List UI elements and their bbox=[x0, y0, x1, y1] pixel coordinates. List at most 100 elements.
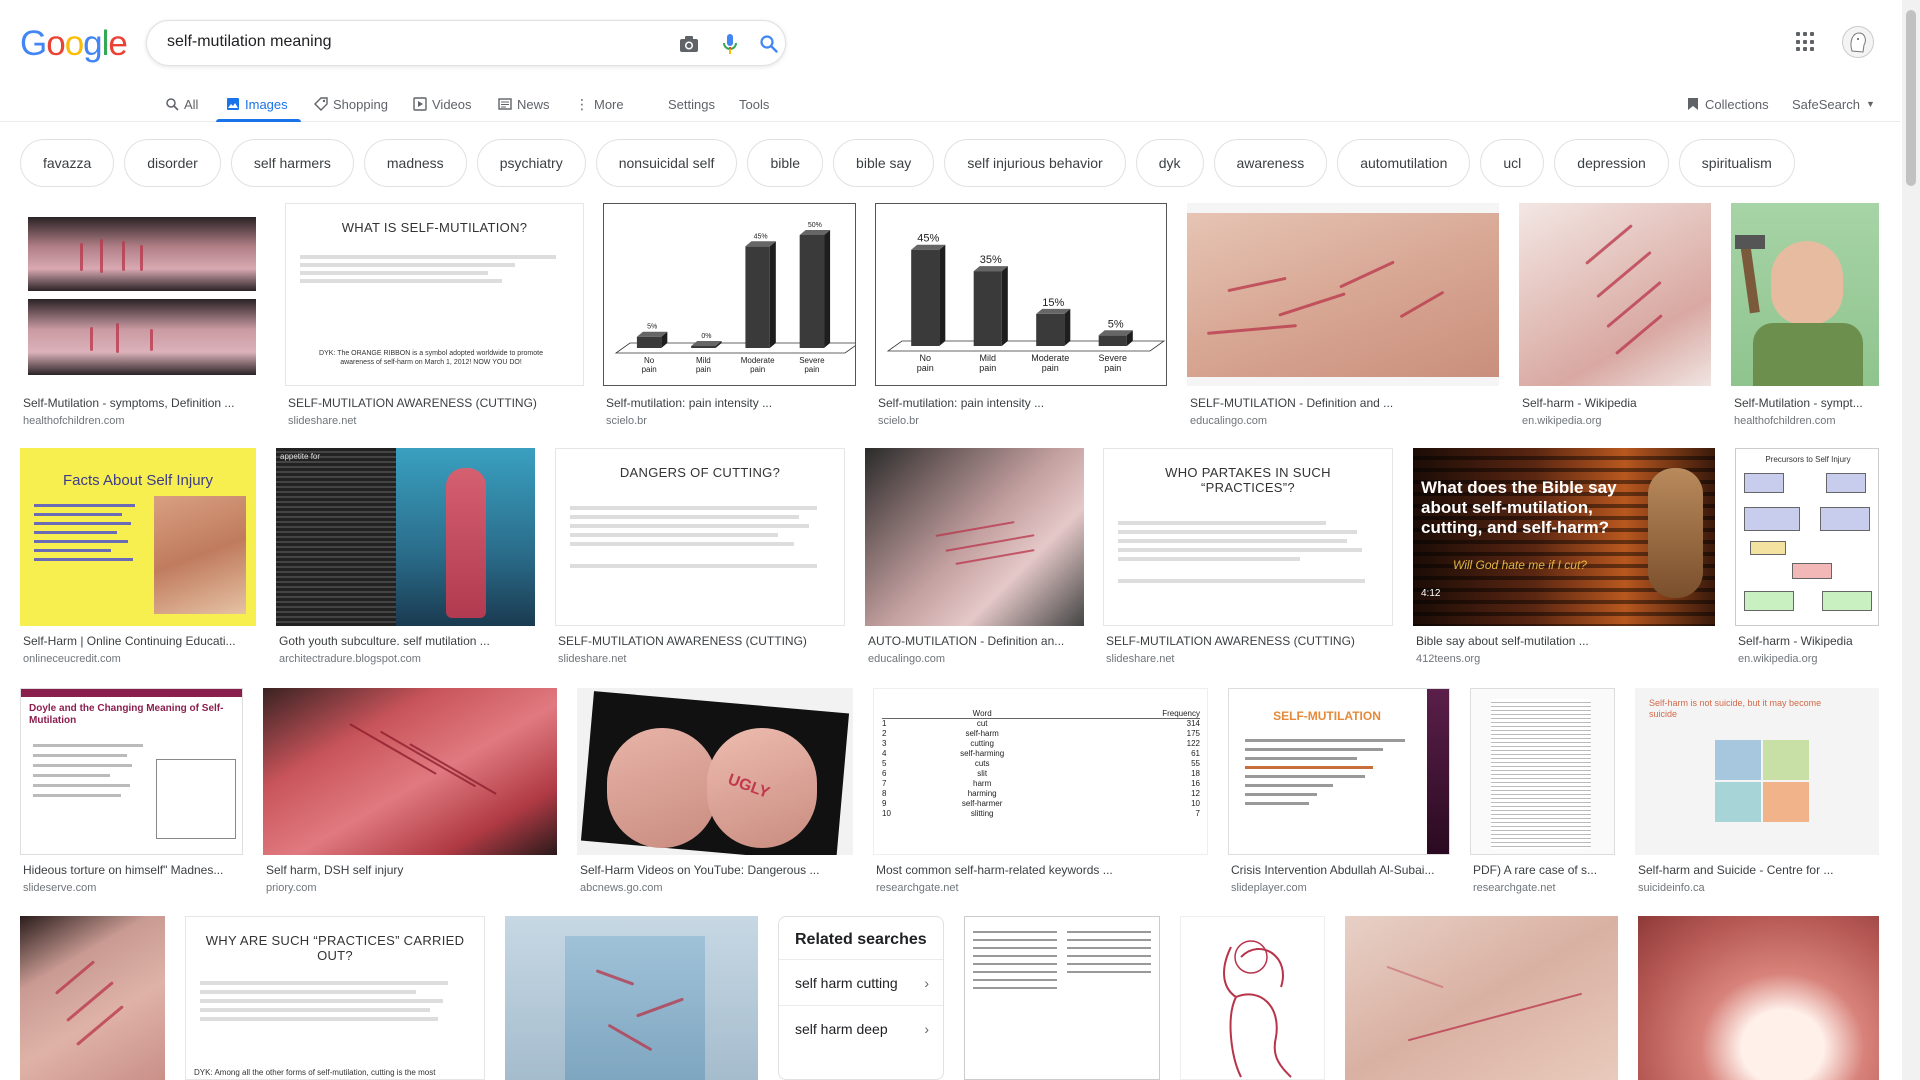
image-result[interactable] bbox=[505, 916, 758, 1080]
image-result[interactable] bbox=[1345, 916, 1618, 1080]
chip[interactable]: self harmers bbox=[230, 139, 354, 187]
result-source[interactable]: slideserve.com bbox=[23, 882, 96, 894]
result-source[interactable]: en.wikipedia.org bbox=[1738, 653, 1818, 665]
image-result[interactable]: Facts About Self Injury Self-Harm | Onli… bbox=[20, 448, 256, 668]
chip[interactable]: nonsuicidal self bbox=[595, 139, 738, 187]
collections-link[interactable]: Collections bbox=[1687, 92, 1769, 116]
tools-link[interactable]: Tools bbox=[739, 92, 769, 116]
thumbnail[interactable]: Precursors to Self Injury bbox=[1735, 448, 1879, 626]
chip[interactable]: psychiatry bbox=[476, 139, 586, 187]
chip[interactable]: ucl bbox=[1480, 139, 1545, 187]
thumbnail[interactable] bbox=[20, 203, 266, 386]
chip[interactable]: spiritualism bbox=[1678, 139, 1795, 187]
scrollbar[interactable] bbox=[1902, 0, 1920, 1080]
result-source[interactable]: scielo.br bbox=[878, 415, 919, 427]
result-title[interactable]: Self-Harm | Online Continuing Educati... bbox=[23, 634, 253, 648]
result-title[interactable]: Self-Mutilation - sympt... bbox=[1734, 396, 1880, 410]
result-source[interactable]: architectradure.blogspot.com bbox=[279, 653, 421, 665]
result-title[interactable]: Self-Harm Videos on YouTube: Dangerous .… bbox=[580, 863, 850, 877]
image-result[interactable] bbox=[1180, 916, 1325, 1080]
result-source[interactable]: slideplayer.com bbox=[1231, 882, 1307, 894]
thumbnail[interactable] bbox=[505, 916, 758, 1080]
result-title[interactable]: Most common self-harm-related keywords .… bbox=[876, 863, 1206, 877]
thumbnail[interactable]: UGLY bbox=[577, 688, 853, 855]
result-title[interactable]: Self-harm - Wikipedia bbox=[1738, 634, 1878, 648]
result-title[interactable]: SELF-MUTILATION - Definition and ... bbox=[1190, 396, 1500, 410]
result-title[interactable]: Bible say about self-mutilation ... bbox=[1416, 634, 1706, 648]
result-title[interactable]: AUTO-MUTILATION - Definition an... bbox=[868, 634, 1083, 648]
thumbnail[interactable] bbox=[865, 448, 1084, 626]
image-result[interactable]: appetite for Goth youth subculture. self… bbox=[276, 448, 535, 668]
avatar[interactable] bbox=[1842, 26, 1874, 58]
image-result[interactable]: Doyle and the Changing Meaning of Self-M… bbox=[20, 688, 243, 898]
image-result[interactable]: Precursors to Self Injury Self-harm - Wi… bbox=[1735, 448, 1879, 668]
thumbnail[interactable]: Facts About Self Injury bbox=[20, 448, 256, 626]
tab-news[interactable]: News bbox=[498, 92, 550, 116]
result-title[interactable]: SELF-MUTILATION AWARENESS (CUTTING) bbox=[558, 634, 843, 648]
image-result[interactable]: Self harm, DSH self injury priory.com bbox=[263, 688, 557, 898]
result-title[interactable]: Self-Mutilation - symptoms, Definition .… bbox=[23, 396, 263, 410]
tab-all[interactable]: All bbox=[166, 92, 198, 116]
result-title[interactable]: Self-harm - Wikipedia bbox=[1522, 396, 1712, 410]
google-logo[interactable]: Google bbox=[20, 24, 128, 64]
result-source[interactable]: researchgate.net bbox=[1473, 882, 1556, 894]
thumbnail[interactable]: What does the Bible say about self-mutil… bbox=[1413, 448, 1715, 626]
chip[interactable]: madness bbox=[363, 139, 467, 187]
result-title[interactable]: Crisis Intervention Abdullah Al-Subai... bbox=[1231, 863, 1451, 877]
chip[interactable]: favazza bbox=[20, 139, 115, 187]
image-result[interactable]: 45% No pain 35% Mild pain 15% Moderate pain 5% Sev… bbox=[875, 203, 1167, 433]
tab-shopping[interactable]: Shopping bbox=[314, 92, 388, 116]
result-title[interactable]: Goth youth subculture. self mutilation .… bbox=[279, 634, 534, 648]
thumbnail[interactable] bbox=[964, 916, 1160, 1080]
image-result[interactable]: AUTO-MUTILATION - Definition an... educa… bbox=[865, 448, 1084, 668]
result-source[interactable]: suicideinfo.ca bbox=[1638, 882, 1705, 894]
image-result[interactable]: DANGERS OF CUTTING? SELF-MUTILATION AWAR… bbox=[555, 448, 845, 668]
image-result[interactable]: WHY ARE SUCH “PRACTICES” CARRIED OUT? DY… bbox=[185, 916, 485, 1080]
thumbnail[interactable] bbox=[1731, 203, 1879, 386]
result-title[interactable]: SELF-MUTILATION AWARENESS (CUTTING) bbox=[1106, 634, 1391, 648]
image-result[interactable]: SELF-MUTILATION - Definition and ... edu… bbox=[1187, 203, 1499, 433]
result-source[interactable]: educalingo.com bbox=[1190, 415, 1267, 427]
microphone-icon[interactable] bbox=[718, 32, 742, 56]
result-source[interactable]: abcnews.go.com bbox=[580, 882, 663, 894]
camera-icon[interactable] bbox=[677, 32, 701, 56]
result-source[interactable]: priory.com bbox=[266, 882, 317, 894]
related-search-item[interactable]: self harm cutting › bbox=[779, 959, 943, 1005]
thumbnail[interactable] bbox=[1180, 916, 1325, 1080]
thumbnail[interactable] bbox=[1519, 203, 1711, 386]
tab-more[interactable]: ⋮ More bbox=[575, 92, 624, 116]
chip[interactable]: dyk bbox=[1135, 139, 1204, 187]
chip[interactable]: automutilation bbox=[1337, 139, 1471, 187]
image-result[interactable] bbox=[964, 916, 1160, 1080]
image-result[interactable]: Word Frequency 1 cut 314 2 self-harm 175 3 cutt… bbox=[873, 688, 1208, 898]
thumbnail[interactable]: appetite for bbox=[276, 448, 535, 626]
thumbnail[interactable] bbox=[1187, 203, 1499, 386]
result-source[interactable]: educalingo.com bbox=[868, 653, 945, 665]
image-result[interactable]: WHO PARTAKES IN SUCH “PRACTICES”? SELF-M… bbox=[1103, 448, 1393, 668]
result-source[interactable]: slideshare.net bbox=[558, 653, 627, 665]
safesearch-dropdown[interactable]: SafeSearch ▼ bbox=[1792, 92, 1875, 116]
related-search-item[interactable]: self harm deep › bbox=[779, 1005, 943, 1051]
chip[interactable]: self injurious behavior bbox=[944, 139, 1126, 187]
thumbnail[interactable]: Word Frequency 1 cut 314 2 self-harm 175 3 cutt… bbox=[873, 688, 1208, 855]
image-result[interactable] bbox=[1638, 916, 1879, 1080]
result-title[interactable]: Self-harm and Suicide - Centre for ... bbox=[1638, 863, 1878, 877]
thumbnail[interactable]: DANGERS OF CUTTING? bbox=[555, 448, 845, 626]
chip[interactable]: disorder bbox=[124, 139, 221, 187]
thumbnail[interactable]: Self-harm is not suicide, but it may bec… bbox=[1635, 688, 1879, 855]
thumbnail[interactable] bbox=[1470, 688, 1615, 855]
thumbnail[interactable] bbox=[263, 688, 557, 855]
tab-images[interactable]: Images bbox=[226, 92, 288, 116]
result-title[interactable]: Hideous torture on himself" Madnes... bbox=[23, 863, 243, 877]
result-source[interactable]: researchgate.net bbox=[876, 882, 959, 894]
image-result[interactable]: Self-harm is not suicide, but it may bec… bbox=[1635, 688, 1879, 898]
thumbnail[interactable]: Doyle and the Changing Meaning of Self-M… bbox=[20, 688, 243, 855]
apps-grid-icon[interactable] bbox=[1796, 32, 1816, 52]
thumbnail[interactable]: 5% No pain 0% Mild pain 45% Moderate pain 50% Seve… bbox=[603, 203, 856, 386]
result-source[interactable]: 412teens.org bbox=[1416, 653, 1480, 665]
image-result[interactable]: WHAT IS SELF-MUTILATION? DYK: The ORANGE… bbox=[285, 203, 584, 433]
thumbnail[interactable]: WHAT IS SELF-MUTILATION? DYK: The ORANGE… bbox=[285, 203, 584, 386]
result-title[interactable]: PDF) A rare case of s... bbox=[1473, 863, 1613, 877]
image-result[interactable]: Self-harm - Wikipedia en.wikipedia.org bbox=[1519, 203, 1711, 433]
chip[interactable]: bible bbox=[747, 139, 824, 187]
